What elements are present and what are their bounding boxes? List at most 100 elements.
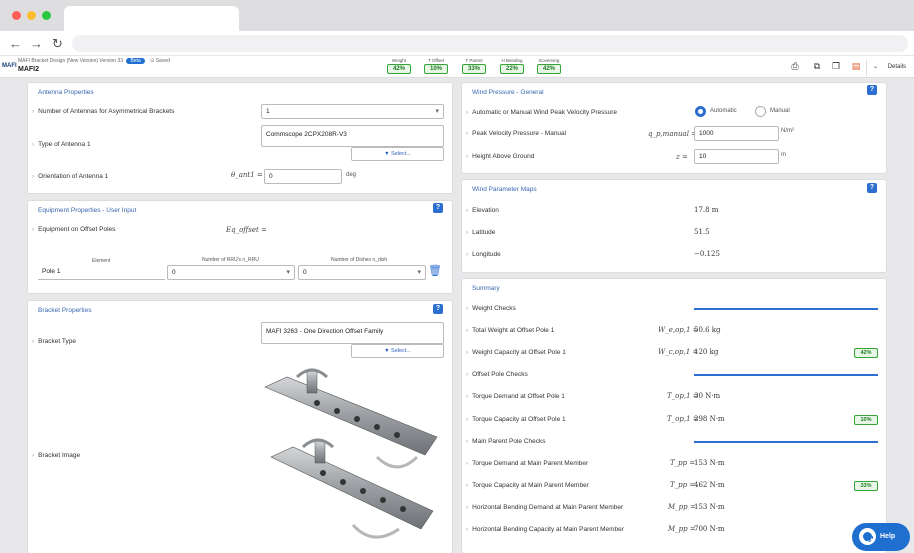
- elevation-label: Elevation: [466, 207, 499, 214]
- bracket-type-label: Bracket Type: [32, 338, 76, 345]
- metric-h-bending[interactable]: H Bending 22%: [500, 58, 524, 74]
- chevron-down-icon: ▾: [417, 269, 421, 276]
- metric-label: Governing: [538, 58, 560, 63]
- app-header: MAFI MAFI Bracket Design (New Version) V…: [0, 56, 914, 78]
- select-bracket-button[interactable]: ▼ Select...: [351, 344, 444, 358]
- metric-label: H Bending: [501, 58, 523, 63]
- back-arrow-icon[interactable]: ←: [9, 36, 22, 51]
- browser-tab[interactable]: [64, 6, 239, 31]
- help-icon[interactable]: ?: [867, 183, 877, 193]
- help-icon[interactable]: ?: [867, 85, 877, 95]
- metric-t-offset[interactable]: T Offset 10%: [424, 58, 448, 74]
- summary-row-symbol: T_pp =: [670, 459, 696, 467]
- app-subtitle: MAFI Bracket Design (New Version) Versio…: [18, 58, 170, 64]
- summary-row-symbol: W_e,op,1 =: [658, 326, 699, 334]
- antenna-type-field: Commscope 2CPX208R-V3: [261, 125, 444, 147]
- summary-row-label: Torque Demand at Main Parent Member: [466, 460, 588, 467]
- trash-icon[interactable]: 🗑: [428, 264, 442, 278]
- peak-pressure-input[interactable]: 1000: [694, 126, 779, 141]
- dishes-select[interactable]: 0 ▾: [298, 265, 426, 280]
- orientation-symbol: θ_ant1 =: [231, 171, 263, 179]
- close-window-icon[interactable]: [12, 11, 21, 20]
- address-bar[interactable]: [72, 35, 908, 52]
- duplicate-icon[interactable]: ❐: [831, 61, 841, 71]
- version-text: MAFI Bracket Design (New Version) Versio…: [18, 58, 124, 64]
- beta-badge: Beta: [126, 58, 145, 64]
- summary-row-label: Total Weight at Offset Pole 1: [466, 327, 554, 334]
- help-icon[interactable]: ?: [433, 203, 443, 213]
- section-divider: [694, 441, 878, 443]
- wind-pressure-panel: Wind Pressure - General ? Automatic or M…: [461, 82, 887, 174]
- chevron-down-icon: ▾: [435, 108, 439, 115]
- help-icon[interactable]: ?: [433, 304, 443, 314]
- automatic-radio[interactable]: [695, 106, 706, 117]
- summary-row-label: Torque Capacity at Main Parent Member: [466, 482, 589, 489]
- metric-label: Weight: [392, 58, 406, 63]
- rrus-select[interactable]: 0 ▾: [167, 265, 295, 280]
- height-input[interactable]: 10: [694, 149, 779, 164]
- peak-pressure-symbol: q_p,manual =: [648, 130, 698, 138]
- section-divider: [694, 374, 878, 376]
- metric-label: T Offset: [428, 58, 444, 63]
- summary-row-symbol: M_pp =: [668, 525, 696, 533]
- status-badge: 33%: [854, 481, 878, 491]
- forward-arrow-icon[interactable]: →: [30, 36, 43, 51]
- longitude-value: −0.125: [694, 250, 720, 258]
- panel-title: Summary: [472, 285, 500, 292]
- copy-icon[interactable]: ⧉: [812, 61, 822, 71]
- equipment-properties-panel: Equipment Properties - User Input ? Equi…: [27, 200, 453, 294]
- peak-pressure-label: Peak Velocity Pressure - Manual: [466, 130, 566, 137]
- metric-value: 22%: [500, 64, 524, 74]
- offset-pole-checks-heading: Offset Pole Checks: [466, 371, 528, 378]
- help-label: Help: [880, 533, 896, 540]
- summary-row-label: Horizontal Bending Demand at Main Parent…: [466, 504, 623, 511]
- pdf-export-icon[interactable]: ▤: [851, 61, 861, 71]
- status-badge: 42%: [854, 348, 878, 358]
- summary-row-label: Weight Capacity at Offset Pole 1: [466, 349, 566, 356]
- reload-icon[interactable]: ↻: [52, 36, 63, 52]
- latitude-label: Latitude: [466, 229, 495, 236]
- metric-label: T Parent: [465, 58, 483, 63]
- summary-row-value: 153 N·m: [694, 503, 725, 511]
- metric-governing[interactable]: Governing 42%: [537, 58, 561, 74]
- minimize-window-icon[interactable]: [27, 11, 36, 20]
- app-name: MAFI2: [18, 66, 39, 73]
- antenna-properties-panel: Antenna Properties Number of Antennas fo…: [27, 82, 453, 194]
- summary-row-value: 462 N·m: [694, 481, 725, 489]
- select-antenna-button[interactable]: ▼ Select...: [351, 147, 444, 161]
- help-button[interactable]: Help: [852, 523, 910, 551]
- metric-t-parent[interactable]: T Parent 33%: [462, 58, 486, 74]
- longitude-label: Longitude: [466, 251, 501, 258]
- latitude-value: 51.5: [694, 228, 710, 236]
- select-label: Select...: [391, 348, 411, 354]
- height-label: Height Above Ground: [466, 153, 534, 160]
- bracket-image-label: Bracket Image: [32, 452, 80, 459]
- bracket-properties-panel: Bracket Properties ? Bracket Type MAFI 3…: [27, 300, 453, 553]
- details-button[interactable]: ⌄ Details: [866, 60, 906, 76]
- saved-icon: ⊙: [150, 58, 155, 64]
- browser-tab-strip: [0, 0, 914, 31]
- num-antennas-label: Number of Antennas for Asymmetrical Brac…: [32, 108, 174, 115]
- bracket-lower: [270, 438, 434, 539]
- height-symbol: z =: [676, 153, 688, 161]
- summary-row-label: Torque Demand at Offset Pole 1: [466, 393, 565, 400]
- summary-row-symbol: W_c,op,1 =: [658, 348, 699, 356]
- orientation-input[interactable]: 0: [264, 169, 342, 184]
- orientation-label: Orientation of Antenna 1: [32, 173, 108, 180]
- panel-title: Equipment Properties - User Input: [38, 207, 137, 214]
- summary-row-label: Horizontal Bending Capacity at Main Pare…: [466, 526, 624, 533]
- maximize-window-icon[interactable]: [42, 11, 51, 20]
- peak-pressure-unit: N/m²: [781, 128, 794, 134]
- pole-element-field[interactable]: Pole 1: [38, 265, 165, 280]
- summary-row-value: 50.6 kg: [694, 326, 721, 334]
- manual-radio[interactable]: [755, 106, 766, 117]
- num-antennas-select[interactable]: 1 ▾: [261, 104, 444, 119]
- metric-weight[interactable]: Weight 42%: [387, 58, 411, 74]
- metric-value: 42%: [537, 64, 561, 74]
- num-antennas-value: 1: [266, 108, 270, 115]
- main-parent-checks-heading: Main Parent Pole Checks: [466, 438, 545, 445]
- metric-value: 10%: [424, 64, 448, 74]
- print-icon[interactable]: ⎙: [790, 61, 800, 71]
- filter-icon: ▼: [384, 151, 392, 157]
- summary-row-symbol: T_pp =: [670, 481, 696, 489]
